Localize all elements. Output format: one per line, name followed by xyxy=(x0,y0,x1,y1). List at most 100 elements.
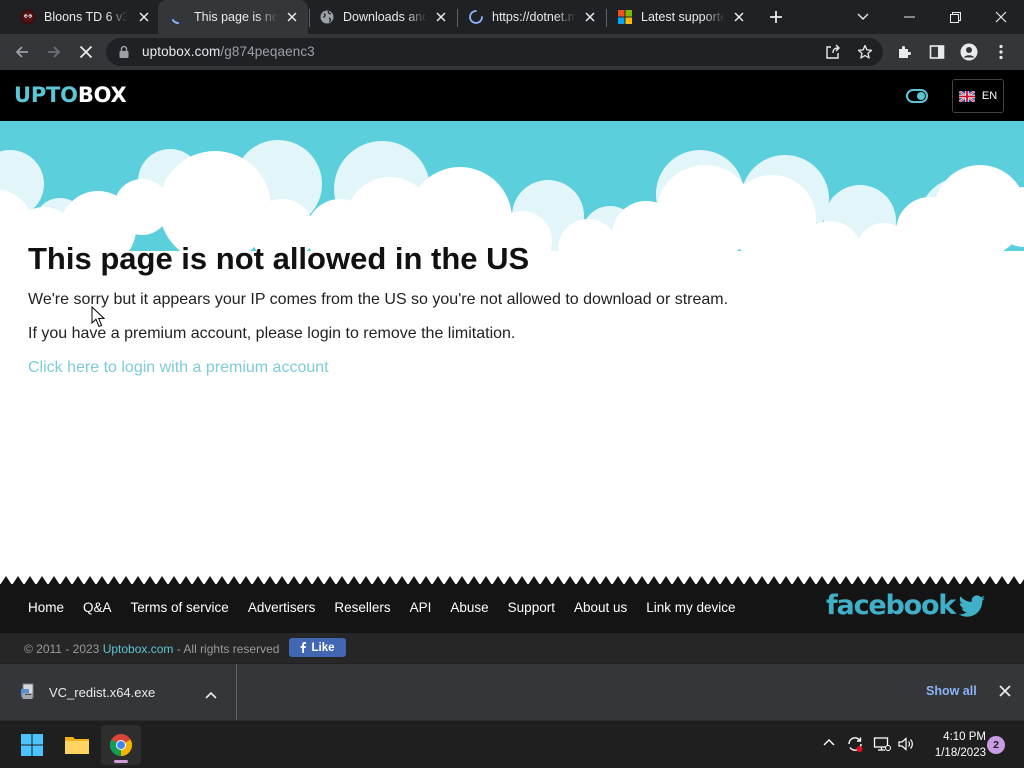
clock-time: 4:10 PM xyxy=(943,731,986,743)
theme-toggle-icon[interactable] xyxy=(906,89,928,108)
footer-link-home[interactable]: Home xyxy=(28,600,64,615)
show-all-downloads-button[interactable]: Show all xyxy=(926,684,977,698)
share-icon[interactable] xyxy=(824,43,842,61)
url-text[interactable]: uptobox.com/g874peqaenc3 xyxy=(142,44,315,59)
volume-icon[interactable] xyxy=(897,735,915,758)
back-arrow-icon xyxy=(15,46,28,58)
tab-title: This page is not xyxy=(194,10,278,24)
side-panel-button[interactable] xyxy=(921,34,953,70)
download-shelf: VC_redist.x64.exe Show all xyxy=(0,663,1024,720)
uptobox-home-link[interactable]: Uptobox.com xyxy=(103,642,174,656)
system-clock[interactable]: 4:10 PM 1/18/2023 xyxy=(918,729,986,761)
facebook-link[interactable]: facebook xyxy=(826,590,956,622)
menu-button[interactable] xyxy=(985,34,1017,70)
language-label: EN xyxy=(981,90,998,102)
stop-icon xyxy=(79,45,93,59)
browser-window: Bloons TD 6 v34 This page is not Downloa… xyxy=(0,0,1024,768)
close-tab-icon[interactable] xyxy=(136,9,152,25)
lock-icon[interactable] xyxy=(118,45,130,64)
footer-link-support[interactable]: Support xyxy=(508,600,555,615)
footer-link-resellers[interactable]: Resellers xyxy=(334,600,390,615)
file-explorer-button[interactable] xyxy=(57,725,97,765)
tab-microsoft[interactable]: Latest supported xyxy=(605,0,755,34)
mouse-cursor-icon xyxy=(91,305,106,333)
profile-button[interactable] xyxy=(953,34,985,70)
forward-button[interactable] xyxy=(38,34,70,70)
social-links: facebook xyxy=(826,590,986,622)
uptobox-logo[interactable]: UPTOBOX xyxy=(14,83,127,108)
tab-title: Latest supported xyxy=(641,10,725,24)
close-window-button[interactable] xyxy=(978,0,1024,34)
close-tab-icon[interactable] xyxy=(433,9,449,25)
browser-toolbar: uptobox.com/g874peqaenc3 xyxy=(0,34,1024,70)
globe-icon xyxy=(319,9,335,25)
premium-login-link[interactable]: Click here to login with a premium accou… xyxy=(28,358,329,378)
footer-link-advertisers[interactable]: Advertisers xyxy=(248,600,316,615)
copyright-text: © 2011 - 2023 Uptobox.com - All rights r… xyxy=(24,642,280,656)
tab-title: https://dotnet.m xyxy=(492,10,576,24)
tab-search-button[interactable] xyxy=(840,0,886,34)
footer-link-about[interactable]: About us xyxy=(574,600,627,615)
restriction-message: We're sorry but it appears your IP comes… xyxy=(28,291,729,308)
active-app-indicator xyxy=(114,760,128,763)
footer-link-terms[interactable]: Terms of service xyxy=(131,600,229,615)
tab-bloons[interactable]: Bloons TD 6 v34 xyxy=(8,0,160,34)
footer-link-qa[interactable]: Q&A xyxy=(83,600,112,615)
sync-icon[interactable] xyxy=(846,735,864,758)
clock-date: 1/18/2023 xyxy=(934,747,986,759)
minimize-button[interactable] xyxy=(886,0,932,34)
back-button[interactable] xyxy=(6,34,38,70)
folder-icon xyxy=(65,737,89,754)
address-bar[interactable]: uptobox.com/g874peqaenc3 xyxy=(106,38,883,66)
facebook-like-button[interactable]: Like xyxy=(289,638,346,657)
bloons-icon xyxy=(20,9,36,25)
chevron-up-icon[interactable] xyxy=(822,735,836,754)
side-panel-icon xyxy=(929,45,945,59)
windows-taskbar: 4:10 PM 1/18/2023 2 xyxy=(0,720,1024,768)
site-header: UPTOBOX EN xyxy=(0,70,1024,121)
windows-logo-icon xyxy=(21,734,43,756)
footer-link-abuse[interactable]: Abuse xyxy=(450,600,488,615)
profile-icon xyxy=(960,43,978,61)
tab-dotnet[interactable]: https://dotnet.m xyxy=(456,0,606,34)
language-button[interactable]: EN xyxy=(952,79,1004,113)
bookmark-star-icon[interactable] xyxy=(856,43,874,61)
page-content: This page is not allowed in the US We're… xyxy=(28,240,1008,378)
web-page: UPTOBOX EN This page is not allowed in t… xyxy=(0,70,1024,663)
puzzle-icon xyxy=(899,46,911,58)
notification-badge[interactable]: 2 xyxy=(987,736,1005,754)
new-tab-button[interactable] xyxy=(766,7,786,27)
close-shelf-icon[interactable] xyxy=(998,684,1012,703)
footer-link-api[interactable]: API xyxy=(410,600,432,615)
forward-arrow-icon xyxy=(48,46,61,58)
uk-flag-icon xyxy=(958,90,975,102)
tab-uptobox[interactable]: This page is not xyxy=(158,0,308,34)
plus-icon xyxy=(770,11,782,23)
microsoft-icon xyxy=(617,9,633,25)
copyright-bar: © 2011 - 2023 Uptobox.com - All rights r… xyxy=(0,633,1024,663)
download-item[interactable]: VC_redist.x64.exe xyxy=(0,664,237,720)
kebab-menu-icon xyxy=(999,44,1003,60)
tab-title: Bloons TD 6 v34 xyxy=(44,10,128,24)
tab-downloads[interactable]: Downloads and xyxy=(307,0,457,34)
network-icon[interactable] xyxy=(873,735,891,758)
close-icon xyxy=(995,11,1007,23)
chevron-up-icon[interactable] xyxy=(205,686,217,704)
start-button[interactable] xyxy=(12,725,52,765)
site-footer: Home Q&A Terms of service Advertisers Re… xyxy=(0,584,1024,633)
close-tab-icon[interactable] xyxy=(582,9,598,25)
footer-link-device[interactable]: Link my device xyxy=(646,600,735,615)
chevron-down-icon xyxy=(857,13,869,20)
cloud-banner xyxy=(0,121,1024,251)
restore-icon xyxy=(949,11,961,23)
download-filename: VC_redist.x64.exe xyxy=(49,685,156,700)
close-tab-icon[interactable] xyxy=(731,9,747,25)
extensions-button[interactable] xyxy=(889,34,921,70)
page-heading: This page is not allowed in the US xyxy=(28,241,530,276)
restore-button[interactable] xyxy=(932,0,978,34)
stop-loading-button[interactable] xyxy=(70,34,102,70)
tab-title: Downloads and xyxy=(343,10,427,24)
chrome-taskbar-button[interactable] xyxy=(101,725,141,765)
close-tab-icon[interactable] xyxy=(284,9,300,25)
twitter-icon[interactable] xyxy=(958,595,986,617)
